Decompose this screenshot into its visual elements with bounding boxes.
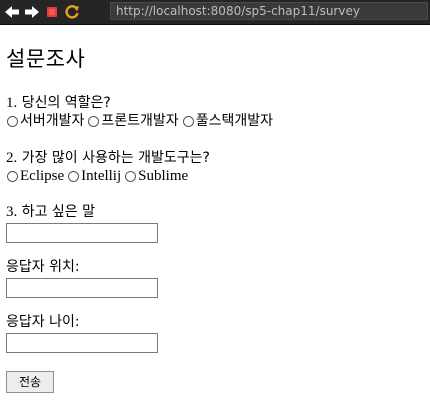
question-3-number: 3. [6, 204, 18, 220]
option-label: Intellij [81, 168, 122, 184]
question-2: 2. 가장 많이 사용하는 개발도구는? Eclipse Intellij Su… [6, 149, 426, 185]
radio-button[interactable] [68, 170, 80, 182]
option-frontend-developer[interactable]: 프론트개발자 [87, 112, 179, 130]
question-1-options: 서버개발자 프론트개발자 풀스택개발자 [6, 112, 426, 130]
age-input[interactable] [6, 333, 158, 353]
option-eclipse[interactable]: Eclipse [6, 167, 64, 185]
reload-icon[interactable] [62, 2, 82, 22]
option-intellij[interactable]: Intellij [67, 167, 121, 185]
radio-button[interactable] [125, 170, 137, 182]
question-3-label: 3. 하고 싶은 말 [6, 203, 426, 221]
question-2-number: 2. [6, 150, 18, 166]
option-server-developer[interactable]: 서버개발자 [6, 112, 84, 130]
back-arrow-icon[interactable] [2, 2, 22, 22]
question-2-text: 가장 많이 사용하는 개발도구는? [21, 150, 210, 166]
question-2-label: 2. 가장 많이 사용하는 개발도구는? [6, 149, 426, 167]
question-2-options: Eclipse Intellij Sublime [6, 167, 426, 185]
option-label: 프론트개발자 [101, 113, 179, 129]
radio-button[interactable] [88, 115, 100, 127]
location-label: 응답자 위치: [6, 259, 80, 275]
option-fullstack-developer[interactable]: 풀스택개발자 [182, 112, 273, 130]
option-sublime[interactable]: Sublime [124, 167, 188, 185]
forward-arrow-icon[interactable] [22, 2, 42, 22]
submit-button[interactable]: 전송 [6, 371, 54, 393]
age-field: 응답자 나이: [6, 313, 426, 353]
question-3: 3. 하고 싶은 말 [6, 203, 426, 243]
option-label: 서버개발자 [20, 113, 85, 129]
option-label: Eclipse [20, 168, 65, 184]
age-label: 응답자 나이: [6, 314, 80, 330]
question-1-number: 1. [6, 95, 18, 111]
radio-button[interactable] [7, 170, 18, 182]
question-1: 1. 당신의 역할은? 서버개발자 프론트개발자 풀스택개발자 [6, 94, 426, 130]
radio-button[interactable] [7, 115, 18, 127]
page-title: 설문조사 [6, 47, 86, 71]
option-label: Sublime [138, 168, 189, 184]
location-field: 응답자 위치: [6, 258, 426, 298]
question-3-text: 하고 싶은 말 [21, 204, 96, 220]
stop-icon[interactable] [42, 2, 62, 22]
option-label: 풀스택개발자 [195, 113, 273, 129]
message-input[interactable] [6, 223, 158, 243]
location-input[interactable] [6, 278, 158, 298]
browser-toolbar: http://localhost:8080/sp5-chap11/survey [0, 0, 430, 25]
address-bar[interactable]: http://localhost:8080/sp5-chap11/survey [110, 2, 428, 20]
question-1-text: 당신의 역할은? [21, 95, 111, 111]
radio-button[interactable] [182, 115, 194, 127]
question-1-label: 1. 당신의 역할은? [6, 94, 426, 112]
